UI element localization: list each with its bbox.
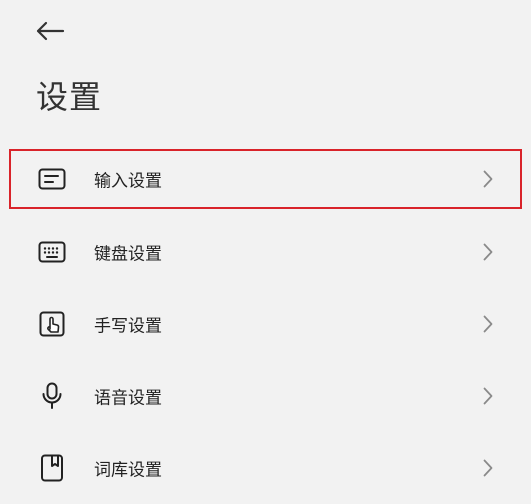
settings-item-label: 手写设置	[94, 316, 162, 337]
settings-list: 输入设置 键盘设置 手写设置 语音设置 词库设置	[0, 145, 531, 504]
input-box-icon	[36, 163, 68, 195]
chevron-right-icon	[481, 385, 495, 407]
microphone-icon	[36, 380, 68, 412]
settings-item-keyboard[interactable]: 键盘设置	[0, 216, 531, 288]
chevron-right-icon	[481, 313, 495, 335]
back-button[interactable]	[30, 14, 70, 48]
arrow-left-icon	[35, 21, 65, 41]
chevron-right-icon	[481, 168, 495, 190]
settings-item-voice[interactable]: 语音设置	[0, 360, 531, 432]
settings-item-label: 键盘设置	[94, 244, 162, 265]
settings-item-handwriting[interactable]: 手写设置	[0, 288, 531, 360]
handwriting-icon	[36, 308, 68, 340]
settings-item-label: 语音设置	[94, 388, 162, 409]
settings-item-dictionary[interactable]: 词库设置	[0, 432, 531, 504]
keyboard-icon	[36, 236, 68, 268]
dictionary-icon	[36, 452, 68, 484]
settings-item-label: 输入设置	[94, 171, 162, 192]
settings-item-label: 词库设置	[94, 460, 162, 481]
chevron-right-icon	[481, 241, 495, 263]
chevron-right-icon	[481, 457, 495, 479]
page-title: 设置	[36, 78, 103, 116]
settings-item-input[interactable]: 输入设置	[9, 149, 522, 209]
